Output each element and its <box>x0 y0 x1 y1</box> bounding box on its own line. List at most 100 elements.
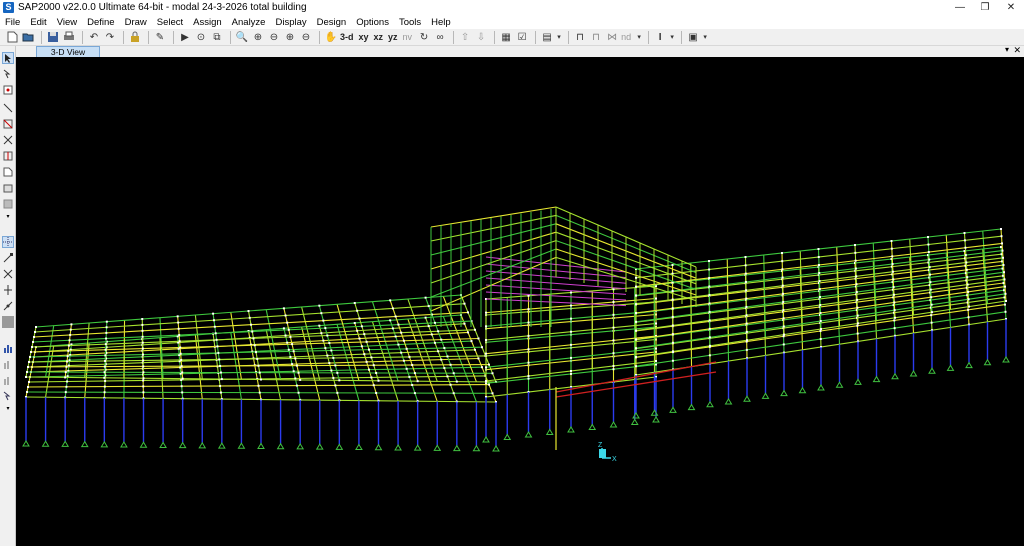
joint <box>391 307 394 310</box>
display-gray-bars-alt-icon[interactable] <box>2 374 14 386</box>
display-bars-icon[interactable] <box>2 342 14 354</box>
snap-points-icon[interactable] <box>2 236 14 248</box>
frame-shape-icon[interactable]: ⊓ <box>573 30 587 44</box>
zoom-out-icon[interactable]: ⊖ <box>299 30 313 44</box>
minimize-button[interactable]: — <box>946 0 974 15</box>
tab-close-icon[interactable]: ✕ <box>1013 45 1021 56</box>
grid-display-icon[interactable]: ▦ <box>499 30 513 44</box>
menu-define[interactable]: Define <box>87 17 114 28</box>
pan-icon[interactable]: ✋ <box>324 30 338 44</box>
joint <box>612 313 615 316</box>
snap-intersection-icon[interactable] <box>2 268 14 280</box>
draw-solid-icon[interactable] <box>2 198 14 210</box>
menu-assign[interactable]: Assign <box>193 17 222 28</box>
joint-support-restraint <box>632 412 640 419</box>
pointer-icon[interactable] <box>2 52 14 64</box>
menu-display[interactable]: Display <box>275 17 306 28</box>
view-xy-button[interactable]: xy <box>359 32 369 42</box>
joint <box>781 284 784 287</box>
menu-draw[interactable]: Draw <box>125 17 147 28</box>
zoom-window-icon[interactable]: 🔍 <box>235 30 249 44</box>
view-3d-button[interactable]: 3-d <box>340 32 354 42</box>
dropdown-arrow-icon[interactable]: ▾ <box>702 30 708 44</box>
joint <box>287 348 290 351</box>
more-tools-arrow-icon[interactable]: ▾ <box>2 402 14 414</box>
save-icon[interactable] <box>46 30 60 44</box>
joint <box>250 323 252 326</box>
menu-file[interactable]: File <box>5 17 20 28</box>
run-options-icon[interactable]: ⊙ <box>194 30 208 44</box>
joint <box>455 380 458 383</box>
menu-tools[interactable]: Tools <box>399 17 421 28</box>
menu-options[interactable]: Options <box>356 17 389 28</box>
dropdown-arrow-icon[interactable]: ▾ <box>669 30 675 44</box>
joint <box>332 356 335 359</box>
reshaper-icon[interactable] <box>2 68 14 80</box>
joint <box>856 314 859 317</box>
draw-poly-area-icon[interactable] <box>2 166 14 178</box>
tab-dropdown-icon[interactable]: ▾ <box>1005 45 1009 54</box>
joint <box>481 346 483 349</box>
draw-brace-icon[interactable] <box>2 134 14 146</box>
view-yz-button[interactable]: yz <box>388 32 398 42</box>
menu-analyze[interactable]: Analyze <box>232 17 266 28</box>
model-viewport-3d[interactable]: Z X <box>16 57 1024 546</box>
pencil-icon[interactable]: ✎ <box>153 30 167 44</box>
menu-edit[interactable]: Edit <box>30 17 46 28</box>
i-section-icon[interactable]: I <box>653 30 667 44</box>
check-display-icon[interactable]: ☑ <box>515 30 529 44</box>
menu-view[interactable]: View <box>57 17 77 28</box>
refresh-view-icon[interactable]: ⧉ <box>210 30 224 44</box>
joint <box>928 266 931 269</box>
frame-forces-icon[interactable]: ⋈ <box>605 30 619 44</box>
joint <box>66 360 69 363</box>
zoom-previous-icon[interactable]: ⊖ <box>267 30 281 44</box>
menu-help[interactable]: Help <box>431 17 451 28</box>
snap-lines-icon[interactable] <box>2 300 14 312</box>
frame-deformed-icon[interactable]: ⊓ <box>589 30 603 44</box>
dropdown-arrow-icon[interactable]: ▾ <box>556 30 562 44</box>
snap-ends-icon[interactable] <box>2 252 14 264</box>
move-up-icon[interactable]: ⇧ <box>458 30 472 44</box>
joint <box>527 377 530 380</box>
menu-design[interactable]: Design <box>317 17 347 28</box>
undo-icon[interactable]: ↶ <box>87 30 101 44</box>
move-down-icon[interactable]: ⇩ <box>474 30 488 44</box>
snap-perpendicular-icon[interactable] <box>2 284 14 296</box>
display-options-icon[interactable]: ▤ <box>540 30 554 44</box>
draw-rect-area-icon[interactable] <box>2 182 14 194</box>
area-section-icon[interactable]: ▣ <box>686 30 700 44</box>
tab-3d-view[interactable]: 3-D View <box>36 46 100 57</box>
run-analysis-icon[interactable]: ▶ <box>178 30 192 44</box>
rotate-icon[interactable]: ↻ <box>417 30 431 44</box>
joint <box>400 331 403 334</box>
open-model-icon[interactable] <box>21 30 35 44</box>
draw-column-icon[interactable] <box>2 150 14 162</box>
joint <box>295 384 298 387</box>
draw-frame-icon[interactable] <box>2 102 14 114</box>
joint <box>402 339 405 342</box>
print-icon[interactable] <box>62 30 76 44</box>
zoom-in-icon[interactable]: ⊕ <box>283 30 297 44</box>
joint <box>328 362 331 364</box>
perspective-icon[interactable]: ∞ <box>433 30 447 44</box>
joint-support-restraint <box>687 403 696 411</box>
menu-select[interactable]: Select <box>157 17 183 28</box>
restore-button[interactable]: ❐ <box>971 0 999 15</box>
redo-icon[interactable]: ↷ <box>103 30 117 44</box>
zoom-restore-icon[interactable]: ⊕ <box>251 30 265 44</box>
view-xz-button[interactable]: xz <box>374 32 384 42</box>
joint <box>358 317 361 320</box>
nd-button[interactable]: nd <box>621 32 631 42</box>
dropdown-arrow-icon[interactable]: ▾ <box>636 30 642 44</box>
new-model-icon[interactable] <box>5 30 19 44</box>
draw-joint-icon[interactable] <box>2 84 14 96</box>
view-nv-button[interactable]: nv <box>403 32 413 42</box>
more-tools-arrow-icon[interactable]: ▾ <box>2 210 14 222</box>
display-options-icon[interactable] <box>2 390 14 402</box>
lock-icon[interactable] <box>128 30 142 44</box>
close-button[interactable]: ✕ <box>997 0 1024 15</box>
display-gray-bars-icon[interactable] <box>2 358 14 370</box>
snap-fine-grid-icon[interactable] <box>2 316 14 328</box>
draw-frame-alt-icon[interactable] <box>2 118 14 130</box>
